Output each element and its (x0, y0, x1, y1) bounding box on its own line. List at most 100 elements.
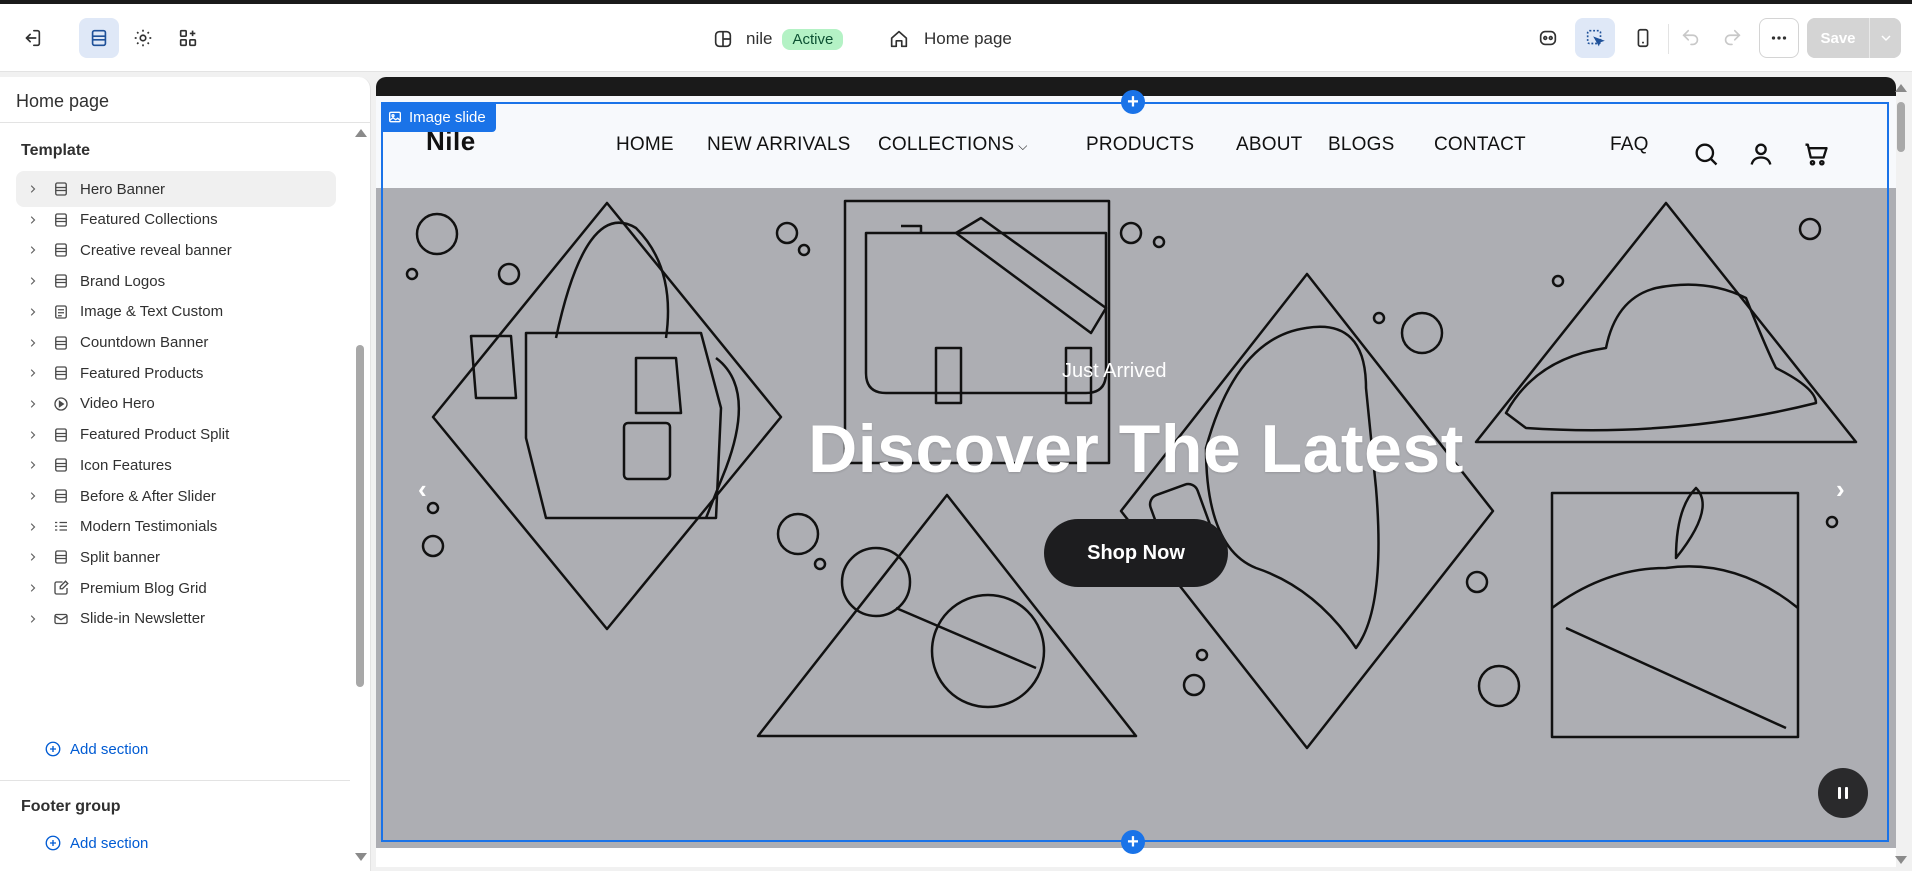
nav-link-home[interactable]: HOME (616, 134, 674, 156)
sidebar-section-label: Split banner (80, 548, 161, 566)
chevron-right-icon[interactable] (22, 337, 44, 349)
sidebar-section-label: Slide-in Newsletter (80, 610, 206, 628)
sidebar-section-label: Featured Products (80, 364, 204, 382)
redo-icon[interactable] (1712, 18, 1752, 58)
ai-icon[interactable] (1528, 18, 1568, 58)
divider (0, 780, 350, 781)
chevron-down-icon: ⌵ (1018, 139, 1028, 153)
list-icon (50, 516, 72, 538)
section-icon (50, 424, 72, 446)
preview-scroll-up-arrow[interactable] (1895, 84, 1907, 92)
page-selector[interactable]: Home page (888, 26, 1012, 52)
hero-background-illustration (405, 199, 1858, 750)
play-icon (50, 393, 72, 415)
sections-icon[interactable] (79, 18, 119, 58)
chevron-right-icon[interactable] (22, 582, 44, 594)
nav-link-products[interactable]: PRODUCTS (1086, 134, 1194, 156)
slide-next-button[interactable]: › (1836, 474, 1845, 505)
chevron-right-icon[interactable] (22, 183, 44, 195)
nav-link-label: FAQ (1610, 134, 1649, 155)
chevron-right-icon[interactable] (22, 613, 44, 625)
store-name: nile (746, 29, 773, 48)
account-icon[interactable] (1747, 140, 1775, 168)
nav-link-label: NEW ARRIVALS (707, 134, 851, 155)
exit-icon[interactable] (12, 18, 52, 58)
chevron-right-icon[interactable] (22, 367, 44, 379)
section-icon (50, 209, 72, 231)
store-icon (714, 30, 732, 48)
sidebar-section-label: Countdown Banner (80, 334, 209, 351)
sidebar-section-label: Featured Product Split (80, 426, 230, 444)
preview-scrollbar[interactable] (1897, 102, 1905, 152)
section-icon (50, 332, 72, 354)
add-block-below-icon[interactable]: + (1121, 830, 1145, 854)
chevron-right-icon[interactable] (22, 490, 44, 502)
footer-add-section-label: Add section (70, 834, 149, 852)
hero-title: Discover The Latest (808, 411, 1464, 487)
chevron-down-icon (1880, 35, 1891, 42)
nav-link-label: CONTACT (1434, 134, 1526, 155)
footer-add-section-button[interactable]: Add section (44, 834, 148, 852)
nav-link-about[interactable]: ABOUT (1236, 134, 1302, 156)
image-icon (389, 111, 401, 123)
search-icon[interactable] (1692, 140, 1720, 168)
chevron-right-icon[interactable] (22, 551, 44, 563)
add-section-button[interactable]: Add section (44, 740, 148, 758)
chevron-right-icon[interactable] (22, 275, 44, 287)
chevron-right-icon[interactable] (22, 521, 44, 533)
more-icon[interactable] (1759, 18, 1799, 58)
chevron-right-icon[interactable] (22, 306, 44, 318)
sidebar-section-label: Featured Collections (80, 211, 218, 229)
sidebar-section-label: Icon Features (80, 456, 172, 474)
slide-prev-button[interactable]: ‹ (418, 474, 427, 505)
undo-icon[interactable] (1671, 18, 1711, 58)
mail-icon (50, 608, 72, 630)
pause-icon (1838, 787, 1841, 799)
text-section-icon (50, 301, 72, 323)
slideshow-pause-button[interactable] (1818, 768, 1868, 818)
section-icon (50, 270, 72, 292)
sidebar-section-slide-in-newsletter[interactable]: Slide-in Newsletter (16, 601, 336, 637)
sidebar-section-label: Premium Blog Grid (80, 579, 207, 597)
inspector-icon[interactable] (1575, 18, 1615, 58)
settings-icon[interactable] (123, 18, 163, 58)
add-section-label: Add section (70, 740, 149, 758)
shop-now-button[interactable]: Shop Now (1044, 519, 1228, 587)
save-options-button[interactable] (1869, 18, 1901, 58)
nav-link-blogs[interactable]: BLOGS (1328, 134, 1394, 156)
save-button-group: Save (1807, 18, 1901, 58)
add-block-above-icon[interactable]: + (1121, 90, 1145, 114)
nav-link-collections[interactable]: COLLECTIONS ⌵ (878, 134, 1028, 156)
sections-sidebar: Home page Template Hero Banner Featured C… (0, 77, 371, 871)
store-selector[interactable]: nile Active (712, 26, 844, 52)
nav-link-faq[interactable]: FAQ (1610, 134, 1649, 156)
preview-scroll-down-arrow[interactable] (1895, 856, 1907, 864)
save-button[interactable]: Save (1807, 18, 1869, 58)
selected-block-label[interactable]: Image slide (381, 102, 496, 132)
chevron-right-icon[interactable] (22, 214, 44, 226)
section-icon (50, 178, 72, 200)
plus-circle-icon (45, 741, 61, 757)
sidebar-section-label: Image & Text Custom (80, 303, 224, 321)
nav-link-label: PRODUCTS (1086, 134, 1195, 155)
nav-link-new-arrivals[interactable]: NEW ARRIVALS (707, 134, 851, 156)
scroll-down-arrow[interactable] (355, 853, 367, 861)
hero-slide[interactable]: Just Arrived Discover The Latest Shop No… (376, 188, 1896, 848)
sidebar-scrollbar[interactable] (356, 345, 364, 687)
chevron-right-icon[interactable] (22, 244, 44, 256)
section-icon (50, 454, 72, 476)
scroll-up-arrow[interactable] (355, 129, 367, 137)
chevron-right-icon[interactable] (22, 398, 44, 410)
chevron-right-icon[interactable] (22, 429, 44, 441)
mobile-icon[interactable] (1623, 18, 1663, 58)
edit-doc-icon (50, 577, 72, 599)
section-icon (50, 239, 72, 261)
sidebar-section-label: Video Hero (80, 395, 155, 413)
home-icon (890, 30, 908, 48)
nav-link-contact[interactable]: CONTACT (1434, 134, 1526, 156)
cart-icon[interactable] (1802, 140, 1830, 168)
section-icon (50, 485, 72, 507)
chevron-right-icon[interactable] (22, 459, 44, 471)
apps-icon[interactable] (168, 18, 208, 58)
nav-link-label: BLOGS (1328, 134, 1395, 155)
